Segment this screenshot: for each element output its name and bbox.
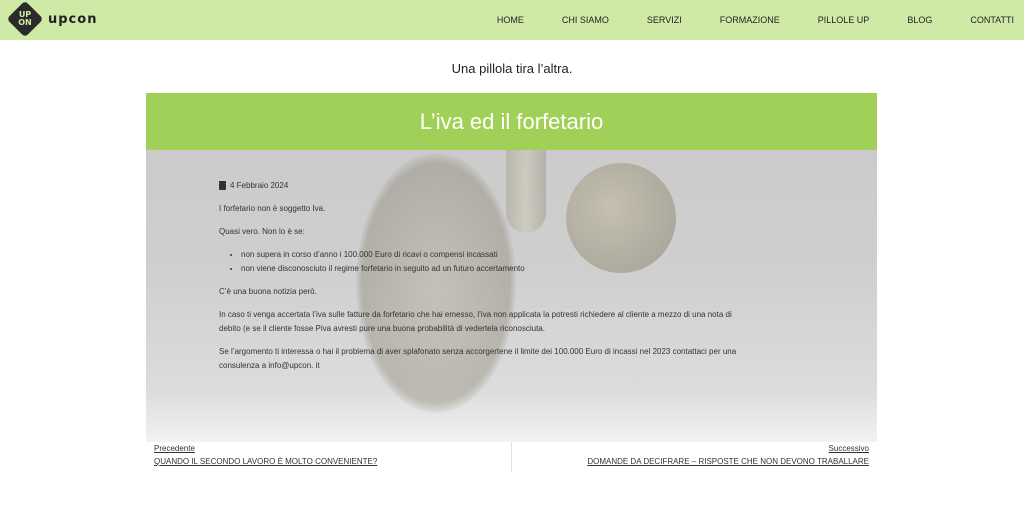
nav-formazione[interactable]: FORMAZIONE <box>720 15 780 25</box>
post-content: 4 Febbraio 2024 I forfetario non è sogge… <box>219 179 739 382</box>
page-tagline: Una pillola tira l’altra. <box>451 61 573 76</box>
post-bullet-list: non supera in corso d’anno i 100.000 Eur… <box>219 248 739 276</box>
post-paragraph: C’è una buona notizia però. <box>219 287 317 296</box>
next-label: Successivo <box>828 444 869 453</box>
nav-servizi[interactable]: SERVIZI <box>647 15 682 25</box>
post-navigation: Precedente QUANDO IL SECONDO LAVORO È MO… <box>146 442 877 472</box>
post-date: 4 Febbraio 2024 <box>219 179 739 193</box>
logo[interactable]: UP ON upcon <box>6 0 98 38</box>
list-item: non supera in corso d’anno i 100.000 Eur… <box>241 248 739 262</box>
post-paragraph: In caso ti venga accertata l’iva sulle f… <box>219 310 732 333</box>
calendar-icon <box>219 180 226 190</box>
nav-chi-siamo[interactable]: CHI SIAMO <box>562 15 609 25</box>
post-title: L’iva ed il forfetario <box>419 108 604 134</box>
nav-blog[interactable]: BLOG <box>907 15 932 25</box>
divider <box>511 442 512 472</box>
post-paragraph: I forfetario non è soggetto Iva. <box>219 204 326 213</box>
logo-text: upcon <box>48 11 98 27</box>
post-card: L’iva ed il forfetario 4 Febbraio 2024 I… <box>146 93 877 442</box>
list-item: non viene disconosciuto il regime forfet… <box>241 262 739 276</box>
main-nav: HOME CHI SIAMO SERVIZI FORMAZIONE PILLOL… <box>459 0 1014 40</box>
post-title-band: L’iva ed il forfetario <box>146 93 877 150</box>
top-navigation-bar: UP ON upcon HOME CHI SIAMO SERVIZI FORMA… <box>0 0 1024 40</box>
next-post-link[interactable]: Successivo DOMANDE DA DECIFRARE – RISPOS… <box>587 444 869 466</box>
nav-pillole-up[interactable]: PILLOLE UP <box>818 15 870 25</box>
nav-home[interactable]: HOME <box>497 15 524 25</box>
next-post-title: DOMANDE DA DECIFRARE – RISPOSTE CHE NON … <box>587 457 869 466</box>
previous-post-title: QUANDO IL SECONDO LAVORO È MOLTO CONVENI… <box>154 457 378 466</box>
post-date-text: 4 Febbraio 2024 <box>230 181 289 190</box>
logo-mark-icon: UP ON <box>6 0 44 38</box>
previous-label: Precedente <box>154 444 195 453</box>
previous-post-link[interactable]: Precedente QUANDO IL SECONDO LAVORO È MO… <box>154 444 377 466</box>
post-paragraph: Quasi vero. Non lo è se: <box>219 227 305 236</box>
nav-contatti[interactable]: CONTATTI <box>970 15 1014 25</box>
post-paragraph: Se l’argomento ti interessa o hai il pro… <box>219 347 737 370</box>
